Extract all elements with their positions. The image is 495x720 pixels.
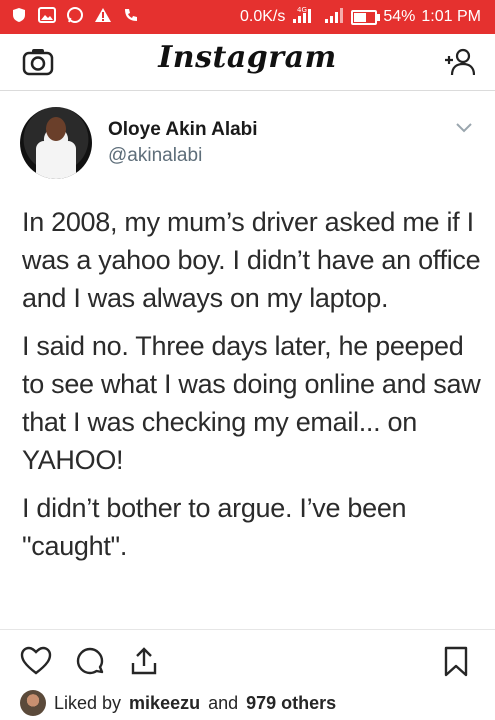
- instagram-header: Instagram: [0, 34, 495, 91]
- tweet-paragraph: I said no. Three days later, he peeped t…: [22, 331, 481, 475]
- notification-icons: [0, 6, 140, 29]
- avatar-face: [46, 117, 66, 141]
- tweet-card[interactable]: Oloye Akin Alabi @akinalabi In 2008, my …: [0, 91, 495, 629]
- add-person-icon[interactable]: [443, 46, 476, 83]
- battery-icon: [351, 9, 381, 25]
- tweet-text: In 2008, my mum’s driver asked me if I w…: [22, 203, 482, 575]
- shield-icon: [10, 6, 28, 29]
- network-speed: 0.0K/s: [240, 8, 286, 25]
- chevron-down-icon[interactable]: [455, 121, 473, 139]
- likes-others[interactable]: 979 others: [246, 693, 336, 714]
- battery-percent: 54%: [383, 8, 416, 25]
- user-handle: @akinalabi: [108, 145, 203, 166]
- status-bar: 0.0K/s 4G 54% 1:01 PM: [0, 0, 495, 34]
- status-indicators: 0.0K/s 4G 54% 1:01 PM: [240, 6, 495, 29]
- signal-icon: 4G: [291, 6, 317, 29]
- instagram-logo: Instagram: [158, 40, 337, 75]
- tweet-paragraph: In 2008, my mum’s driver asked me if I w…: [22, 207, 481, 313]
- bookmark-icon[interactable]: [442, 646, 470, 683]
- likes-summary[interactable]: Liked by mikeezu and 979 others: [20, 690, 336, 716]
- avatar[interactable]: [20, 107, 92, 179]
- comment-icon[interactable]: [74, 646, 106, 681]
- svg-text:4G: 4G: [297, 6, 307, 14]
- likes-prefix: Liked by: [54, 692, 122, 713]
- likes-connector: and: [208, 692, 239, 713]
- image-icon: [38, 6, 56, 28]
- signal-icon-2: [323, 6, 345, 29]
- battery-fill: [354, 12, 367, 22]
- avatar-shirt: [36, 141, 76, 179]
- missed-call-icon: [122, 6, 140, 29]
- clock: 1:01 PM: [421, 8, 481, 25]
- display-name: Oloye Akin Alabi: [108, 119, 258, 140]
- liker-username[interactable]: mikeezu: [129, 693, 200, 714]
- warning-icon: [94, 7, 112, 28]
- whatsapp-icon: [66, 6, 84, 29]
- liker-avatar: [20, 690, 46, 716]
- heart-icon[interactable]: [20, 646, 52, 681]
- post-actions: [0, 629, 495, 690]
- tweet-paragraph: I didn’t bother to argue. I’ve been "cau…: [22, 493, 407, 561]
- share-icon[interactable]: [128, 646, 160, 681]
